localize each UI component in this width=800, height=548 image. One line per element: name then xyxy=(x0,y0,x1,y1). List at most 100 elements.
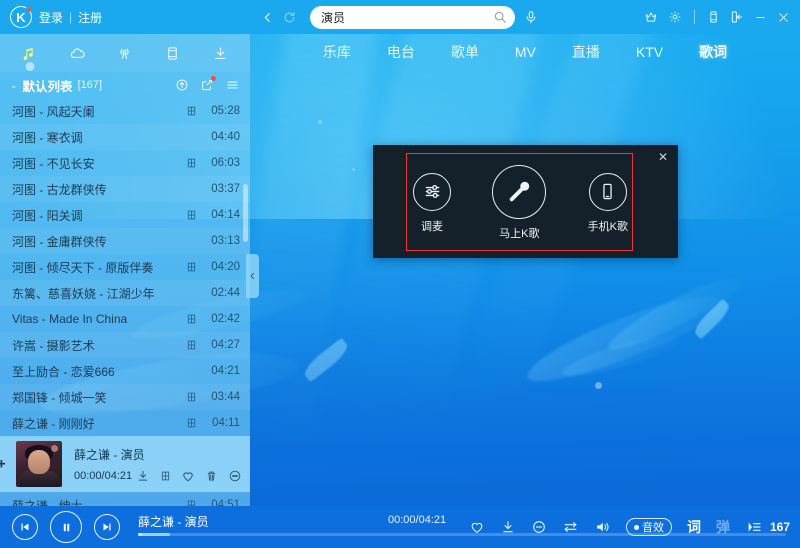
tab-5[interactable]: KTV xyxy=(632,42,667,62)
ktv-option-label: 马上K歌 xyxy=(499,228,540,240)
popup-window-button[interactable]: 弹 xyxy=(716,517,730,537)
now-playing-title[interactable]: 薛之谦 - 演员 xyxy=(138,513,209,530)
auth-links: 登录 | 注册 xyxy=(39,9,102,26)
tab-3[interactable]: MV xyxy=(511,42,540,62)
queue-list-icon[interactable] xyxy=(745,519,763,535)
ktv-option-tune-mic[interactable]: 调麦 xyxy=(413,172,451,234)
back-button[interactable] xyxy=(256,6,278,28)
tab-0[interactable]: 乐库 xyxy=(319,40,355,64)
upload-circle-icon[interactable] xyxy=(175,78,189,92)
sidebar-item-mobile[interactable] xyxy=(156,38,190,68)
queue-count: 167 xyxy=(769,520,790,534)
song-row[interactable]: 河图 - 寒衣调 04:40 xyxy=(0,124,250,150)
song-row[interactable]: 东篱、慈喜妖娆 - 江湖少年 02:44 xyxy=(0,280,250,306)
hamburger-menu-icon[interactable] xyxy=(225,78,240,92)
song-list-scrollbar[interactable] xyxy=(243,184,248,242)
ktv-option-mobile-ktv[interactable]: 手机K歌 xyxy=(587,172,628,234)
song-duration: 04:27 xyxy=(211,339,240,351)
kugou-music-player-window: K 登录 | 注册 演员 乐库 电台 歌单 MV 直播 KTV 歌词 ⌄ 默认列… xyxy=(0,0,800,548)
search-icon[interactable] xyxy=(493,10,507,24)
more-icon[interactable] xyxy=(228,469,242,483)
panel-close-button[interactable]: ✕ xyxy=(656,150,670,164)
sidebar-item-cloud[interactable] xyxy=(60,38,94,68)
close-button[interactable] xyxy=(777,11,790,24)
mv-icon[interactable] xyxy=(180,105,202,117)
search-box[interactable] xyxy=(310,5,515,29)
tab-4[interactable]: 直播 xyxy=(568,40,604,64)
next-track-button[interactable] xyxy=(94,514,120,540)
lyrics-toggle-button[interactable]: 词 xyxy=(687,517,701,537)
mv-icon[interactable] xyxy=(180,313,202,325)
sound-effects-button[interactable]: 音效 xyxy=(625,518,672,536)
song-duration: 02:42 xyxy=(211,313,240,325)
song-row[interactable]: 河图 - 风起天阑 05:28 xyxy=(0,98,250,124)
mv-icon[interactable] xyxy=(180,339,202,351)
song-duration: 06:03 xyxy=(211,157,240,169)
gear-icon[interactable] xyxy=(668,10,682,24)
mv-icon[interactable] xyxy=(160,470,171,482)
mv-icon[interactable] xyxy=(180,261,202,273)
tab-1[interactable]: 电台 xyxy=(383,40,419,64)
register-button[interactable]: 注册 xyxy=(78,9,102,26)
sidebar-item-download[interactable] xyxy=(203,38,237,68)
play-pause-button[interactable] xyxy=(50,511,82,543)
main-nav-tabs: 乐库 电台 歌单 MV 直播 KTV 歌词 xyxy=(250,34,800,70)
song-row[interactable]: 许嵩 - 摄影艺术 04:27 xyxy=(0,332,250,358)
phone-icon[interactable] xyxy=(707,10,720,24)
song-row[interactable]: Vitas - Made In China 02:42 xyxy=(0,306,250,332)
current-song-time: 00:00/04:21 xyxy=(74,469,133,482)
skin-icon[interactable] xyxy=(730,10,744,24)
mv-icon[interactable] xyxy=(180,157,202,169)
song-row[interactable]: 薛之谦 - 刚刚好 04:11 xyxy=(0,410,250,436)
share-badge-dot-icon xyxy=(211,76,216,81)
search-input[interactable] xyxy=(321,10,493,24)
song-row[interactable]: 河图 - 不见长安 06:03 xyxy=(0,150,250,176)
crown-icon[interactable] xyxy=(644,10,658,24)
voice-search-microphone-icon[interactable] xyxy=(524,10,538,25)
login-button[interactable]: 登录 xyxy=(39,9,63,26)
song-row[interactable]: 至上励合 - 恋爱666 04:21 xyxy=(0,358,250,384)
sidebar-item-radio[interactable] xyxy=(108,38,142,68)
song-list[interactable]: 河图 - 风起天阑 05:28 河图 - 寒衣调 04:40 河图 - 不见长安 06:0… xyxy=(0,98,250,506)
player-right-controls: 音效 词 弹 167 xyxy=(469,506,790,548)
ktv-popup-panel: ✕ 调麦 马上K歌 手机K歌 xyxy=(373,145,678,258)
transport-controls xyxy=(0,511,120,543)
current-song-row[interactable]: + 薛之谦 - 演员 00:00/04:21 xyxy=(0,436,250,492)
song-row[interactable]: 河图 - 阳关调 04:14 xyxy=(0,202,250,228)
mv-icon[interactable] xyxy=(180,417,202,429)
song-duration: 03:37 xyxy=(211,183,240,195)
mv-icon[interactable] xyxy=(180,209,202,221)
song-row[interactable]: 郑国锋 - 倾城一笑 03:44 xyxy=(0,384,250,410)
current-song-actions xyxy=(136,469,242,483)
ktv-option-sing-now[interactable]: 马上K歌 xyxy=(492,165,547,241)
playlist-name[interactable]: 默认列表 xyxy=(23,76,73,95)
volume-icon[interactable] xyxy=(594,519,611,535)
song-row[interactable]: 河图 - 倾尽天下 - 原版伴奏 04:20 xyxy=(0,254,250,280)
sidebar-item-music-note[interactable] xyxy=(13,38,47,68)
heart-icon[interactable] xyxy=(181,469,195,483)
minimize-button[interactable] xyxy=(754,11,767,24)
playlist-header: ⌄ 默认列表 [167] xyxy=(0,72,250,98)
mv-icon[interactable] xyxy=(180,391,202,403)
share-export-icon[interactable] xyxy=(200,76,216,92)
download-icon[interactable] xyxy=(136,469,150,483)
trash-icon[interactable] xyxy=(205,469,218,483)
download-icon[interactable] xyxy=(500,519,516,535)
song-duration: 04:40 xyxy=(211,131,240,143)
add-marker-icon: + xyxy=(0,455,6,473)
ban-icon[interactable] xyxy=(531,519,547,535)
tab-2[interactable]: 歌单 xyxy=(447,40,483,64)
playmode-icon[interactable] xyxy=(562,519,579,535)
heart-icon[interactable] xyxy=(469,519,485,535)
sidebar-collapse-handle[interactable] xyxy=(246,254,259,298)
previous-track-button[interactable] xyxy=(12,514,38,540)
mv-icon[interactable] xyxy=(180,499,202,506)
song-row[interactable]: 河图 - 古龙群侠传 03:37 xyxy=(0,176,250,202)
tab-6[interactable]: 歌词 xyxy=(695,40,731,64)
refresh-icon[interactable] xyxy=(278,6,300,28)
navigation-zone xyxy=(250,0,644,34)
ktv-option-label: 手机K歌 xyxy=(587,220,628,233)
song-row[interactable]: 薛之谦 - 绅士 04:51 xyxy=(0,492,250,506)
song-row[interactable]: 河图 - 金庸群侠传 03:13 xyxy=(0,228,250,254)
chevron-down-icon[interactable]: ⌄ xyxy=(10,80,18,91)
